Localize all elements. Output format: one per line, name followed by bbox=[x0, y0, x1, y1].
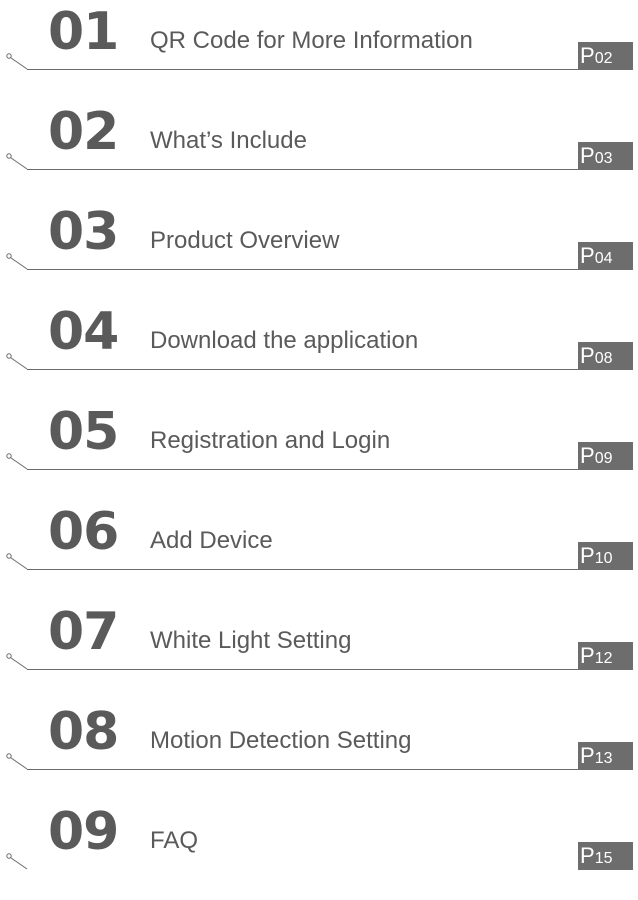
page-badge[interactable]: P03 bbox=[578, 142, 633, 170]
page-badge-prefix: P bbox=[580, 443, 595, 468]
page-badge-number: 15 bbox=[594, 850, 613, 867]
toc-item-03[interactable]: 03 Product Overview P04 bbox=[0, 200, 638, 300]
toc-item-02[interactable]: 02 What’s Include P03 bbox=[0, 100, 638, 200]
toc-item-01[interactable]: 01 QR Code for More Information P02 bbox=[0, 0, 638, 100]
toc-number: 05 bbox=[48, 402, 119, 462]
toc-title: QR Code for More Information bbox=[150, 27, 473, 54]
toc-divider-line bbox=[27, 269, 579, 270]
page-badge-prefix: P bbox=[580, 543, 595, 568]
page-badge-number: 12 bbox=[594, 650, 613, 667]
page-badge-prefix: P bbox=[580, 843, 595, 868]
page-badge[interactable]: P10 bbox=[578, 542, 633, 570]
page-badge[interactable]: P02 bbox=[578, 42, 633, 70]
toc-number: 04 bbox=[48, 302, 119, 362]
toc-title: Add Device bbox=[150, 527, 273, 554]
page-badge[interactable]: P08 bbox=[578, 342, 633, 370]
page-badge[interactable]: P13 bbox=[578, 742, 633, 770]
page-badge-number: 08 bbox=[594, 350, 613, 367]
toc-title: What’s Include bbox=[150, 127, 307, 154]
page-badge-number: 09 bbox=[594, 450, 613, 467]
page-badge-prefix: P bbox=[580, 343, 595, 368]
page-badge-number: 02 bbox=[594, 50, 613, 67]
toc-title: White Light Setting bbox=[150, 627, 352, 654]
toc-item-05[interactable]: 05 Registration and Login P09 bbox=[0, 400, 638, 500]
toc-title: Download the application bbox=[150, 327, 419, 354]
table-of-contents: 01 QR Code for More Information P02 02 W… bbox=[0, 0, 638, 870]
toc-number: 08 bbox=[48, 702, 119, 762]
page-badge[interactable]: P04 bbox=[578, 242, 633, 270]
toc-divider-line bbox=[27, 669, 579, 670]
page-badge-number: 03 bbox=[594, 150, 613, 167]
toc-title: Registration and Login bbox=[150, 427, 391, 454]
toc-title: Motion Detection Setting bbox=[150, 727, 412, 754]
page-badge-prefix: P bbox=[580, 643, 595, 668]
toc-divider-line bbox=[27, 469, 579, 470]
toc-number: 03 bbox=[48, 202, 119, 262]
page-badge-number: 04 bbox=[594, 250, 613, 267]
page-badge-number: 13 bbox=[594, 750, 613, 767]
toc-divider-line bbox=[27, 569, 579, 570]
toc-item-09[interactable]: 09 FAQ P15 bbox=[0, 800, 638, 900]
toc-item-04[interactable]: 04 Download the application P08 bbox=[0, 300, 638, 400]
toc-number: 06 bbox=[48, 502, 119, 562]
toc-divider-line bbox=[27, 169, 579, 170]
toc-divider-line bbox=[27, 769, 579, 770]
toc-number: 01 bbox=[48, 2, 119, 62]
page-badge-prefix: P bbox=[580, 143, 595, 168]
toc-item-07[interactable]: 07 White Light Setting P12 bbox=[0, 600, 638, 700]
page-badge-prefix: P bbox=[580, 243, 595, 268]
toc-item-06[interactable]: 06 Add Device P10 bbox=[0, 500, 638, 600]
page-badge[interactable]: P12 bbox=[578, 642, 633, 670]
toc-title: FAQ bbox=[150, 827, 199, 854]
toc-number: 07 bbox=[48, 602, 119, 662]
toc-divider-line bbox=[27, 369, 579, 370]
line-leader-icon bbox=[6, 853, 28, 870]
toc-divider-line bbox=[27, 69, 579, 70]
page-badge[interactable]: P09 bbox=[578, 442, 633, 470]
toc-number: 02 bbox=[48, 102, 119, 162]
page-badge-number: 10 bbox=[594, 550, 613, 567]
page-badge[interactable]: P15 bbox=[578, 842, 633, 870]
page-badge-prefix: P bbox=[580, 43, 595, 68]
toc-title: Product Overview bbox=[150, 227, 340, 254]
toc-item-08[interactable]: 08 Motion Detection Setting P13 bbox=[0, 700, 638, 800]
page-badge-prefix: P bbox=[580, 743, 595, 768]
toc-number: 09 bbox=[48, 802, 119, 862]
